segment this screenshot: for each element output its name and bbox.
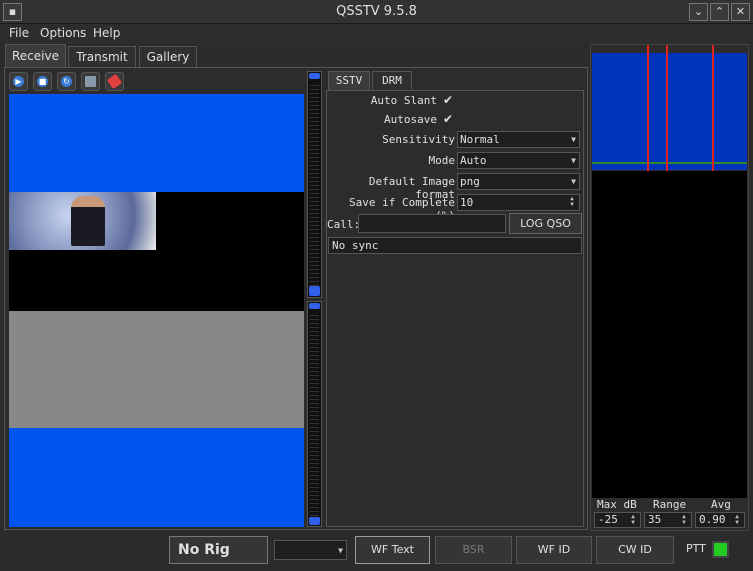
call-input[interactable] [358,214,506,233]
menu-bar: File Options Help [0,24,753,44]
play-icon: ▶ [13,76,24,87]
spin-arrows-icon[interactable]: ▲ ▼ [567,196,577,208]
chevron-down-icon: ▼ [338,546,343,555]
chevron-down-icon: ▼ [571,177,576,186]
start-button[interactable]: ▶ [9,72,28,91]
sync-status: No sync [328,237,582,254]
sensitivity-label: Sensitivity [382,133,455,146]
autosave-checkbox[interactable]: ✔ [443,113,456,126]
rx-image [9,94,304,527]
stop-button[interactable]: ■ [33,72,52,91]
image-photo [9,192,156,250]
mode-label: Mode [428,154,456,167]
menu-help[interactable]: Help [93,26,120,40]
sensitivity-value: Normal [460,133,500,146]
mode-value: Auto [460,154,487,167]
tab-receive[interactable]: Receive [5,44,66,68]
save-button[interactable] [81,72,100,91]
ptt-indicator[interactable] [712,541,729,558]
sync-meter [307,301,322,527]
save-icon [85,76,96,87]
max-db-spinbox[interactable]: -25 ▲ ▼ [594,512,641,528]
max-db-value: -25 [598,513,618,526]
sensitivity-select[interactable]: Normal ▼ [457,131,580,148]
image-band-gray [9,311,304,428]
image-format-value: png [460,175,480,188]
waterfall-panel: Max dB Range Avg -25 ▲ ▼ 35 ▲ ▼ 0.90 ▲ ▼ [590,44,749,531]
avg-value: 0.90 [699,513,726,526]
max-db-label: Max dB [597,498,637,511]
window-title: QSSTV 9.5.8 [336,4,417,19]
refresh-icon: ↻ [61,76,72,87]
spin-arrows-icon[interactable]: ▲ ▼ [679,514,689,526]
erase-icon [106,73,123,90]
wf-id-button[interactable]: WF ID [516,536,592,564]
chevron-down-icon: ▼ [571,156,576,165]
tx-mode-select[interactable]: ▼ [274,540,347,560]
range-label: Range [653,498,687,511]
tab-sstv[interactable]: SSTV [328,71,370,91]
volume-meter [307,71,322,298]
spin-arrows-icon[interactable]: ▲ ▼ [732,514,742,526]
avg-label: Avg [711,498,731,511]
cw-id-button[interactable]: CW ID [596,536,674,564]
waterfall-display [592,171,747,498]
erase-button[interactable] [105,72,124,91]
tab-drm[interactable]: DRM [372,71,412,91]
stop-icon: ■ [37,76,48,87]
minimize-button[interactable]: ⌄ [689,3,708,21]
range-spinbox[interactable]: 35 ▲ ▼ [644,512,692,528]
mode-select[interactable]: Auto ▼ [457,152,580,169]
rig-status: No Rig [169,536,268,564]
image-format-select[interactable]: png ▼ [457,173,580,190]
menu-options[interactable]: Options [40,26,86,40]
resync-button[interactable]: ↻ [57,72,76,91]
save-complete-value: 10 [460,196,474,209]
tab-transmit[interactable]: Transmit [68,46,136,68]
image-band-blue-top [9,94,304,192]
close-button[interactable]: ✕ [731,3,750,21]
maximize-button[interactable]: ⌃ [710,3,729,21]
avg-spinbox[interactable]: 0.90 ▲ ▼ [695,512,745,528]
title-bar: ▪ QSSTV 9.5.8 ⌄ ⌃ ✕ [0,0,753,24]
spin-arrows-icon[interactable]: ▲ ▼ [628,514,638,526]
auto-slant-label: Auto Slant [370,94,437,107]
tab-gallery[interactable]: Gallery [139,46,197,68]
spectrum-display [592,45,747,172]
autosave-label: Autosave [384,113,437,126]
menu-file[interactable]: File [9,26,29,40]
range-value: 35 [648,513,662,526]
bsr-button[interactable]: BSR [435,536,512,564]
log-qso-button[interactable]: LOG QSO [509,213,582,234]
auto-slant-checkbox[interactable]: ✔ [443,94,456,107]
wf-text-button[interactable]: WF Text [355,536,430,564]
image-band-blue-bottom [9,428,304,527]
call-label: Call: [327,218,361,231]
chevron-down-icon: ▼ [571,135,576,144]
save-complete-spinbox[interactable]: 10 ▲ ▼ [457,194,580,211]
